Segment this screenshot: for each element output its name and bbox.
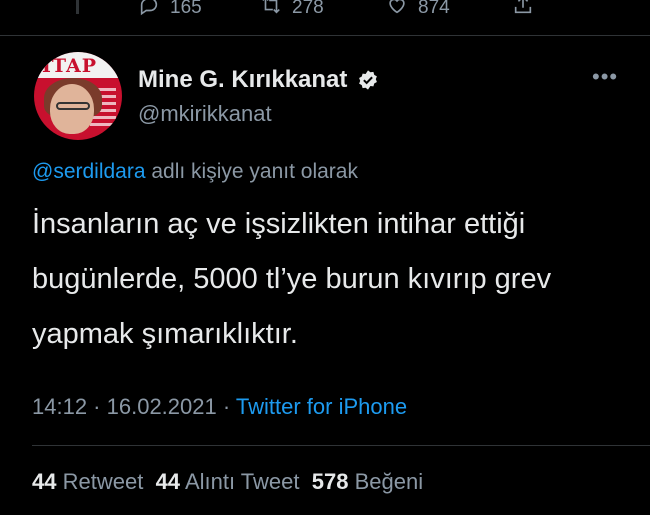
avatar-glasses	[56, 102, 90, 110]
retweet-count: 278	[292, 0, 324, 18]
reply-mention[interactable]: @serdildara	[32, 160, 146, 183]
author-name[interactable]: Mine G. Kırıkkanat	[138, 66, 347, 94]
tweet-stats: 44 Retweet 44 Alıntı Tweet 578 Beğeni	[32, 469, 423, 495]
quote-count: 44	[155, 469, 181, 494]
retweet-count-total: 44	[32, 469, 57, 494]
quote-label: Alıntı Tweet	[184, 469, 300, 494]
reply-icon	[136, 0, 162, 22]
tweet-meta: 14:12 · 16.02.2021 · Twitter for iPhone	[32, 394, 407, 420]
retweet-label: Retweet	[62, 469, 144, 494]
like-count-total: 578	[311, 469, 349, 494]
retweet-icon	[258, 0, 284, 22]
avatar-banner: ITAP	[34, 52, 122, 78]
author-name-row[interactable]: Mine G. Kırıkkanat	[138, 66, 379, 94]
previous-tweet-actions: 165 278 874	[0, 0, 650, 18]
tweet-time[interactable]: 14:12	[32, 394, 87, 419]
meta-separator-2: ·	[216, 394, 236, 419]
tweet-text: İnsanların aç ve işsizlikten intihar ett…	[32, 208, 552, 350]
avatar[interactable]: ITAP	[34, 52, 122, 140]
author-handle[interactable]: @mkirikkanat	[138, 101, 272, 127]
share-icon	[510, 0, 536, 22]
quotes-stat[interactable]: 44 Alıntı Tweet	[156, 469, 300, 494]
divider	[0, 35, 650, 36]
divider	[32, 445, 650, 446]
like-count: 874	[418, 0, 450, 18]
tweet-source[interactable]: Twitter for iPhone	[236, 394, 407, 419]
reply-count: 165	[170, 0, 202, 18]
reply-action[interactable]: 165	[136, 0, 202, 22]
reply-context-label: adlı kişiye yanıt olarak	[145, 160, 358, 183]
like-icon	[384, 0, 410, 22]
retweets-stat[interactable]: 44 Retweet	[32, 469, 143, 494]
share-action[interactable]	[510, 0, 536, 22]
verified-icon	[357, 69, 379, 91]
retweet-action[interactable]: 278	[258, 0, 324, 22]
tweet-date[interactable]: 16.02.2021	[107, 394, 217, 419]
likes-stat[interactable]: 578 Beğeni	[312, 469, 423, 494]
like-label: Beğeni	[354, 469, 424, 494]
meta-separator: ·	[87, 394, 107, 419]
more-icon[interactable]: •••	[592, 64, 618, 90]
like-action[interactable]: 874	[384, 0, 450, 22]
reply-context: @serdildara adlı kişiye yanıt olarak	[32, 160, 358, 184]
